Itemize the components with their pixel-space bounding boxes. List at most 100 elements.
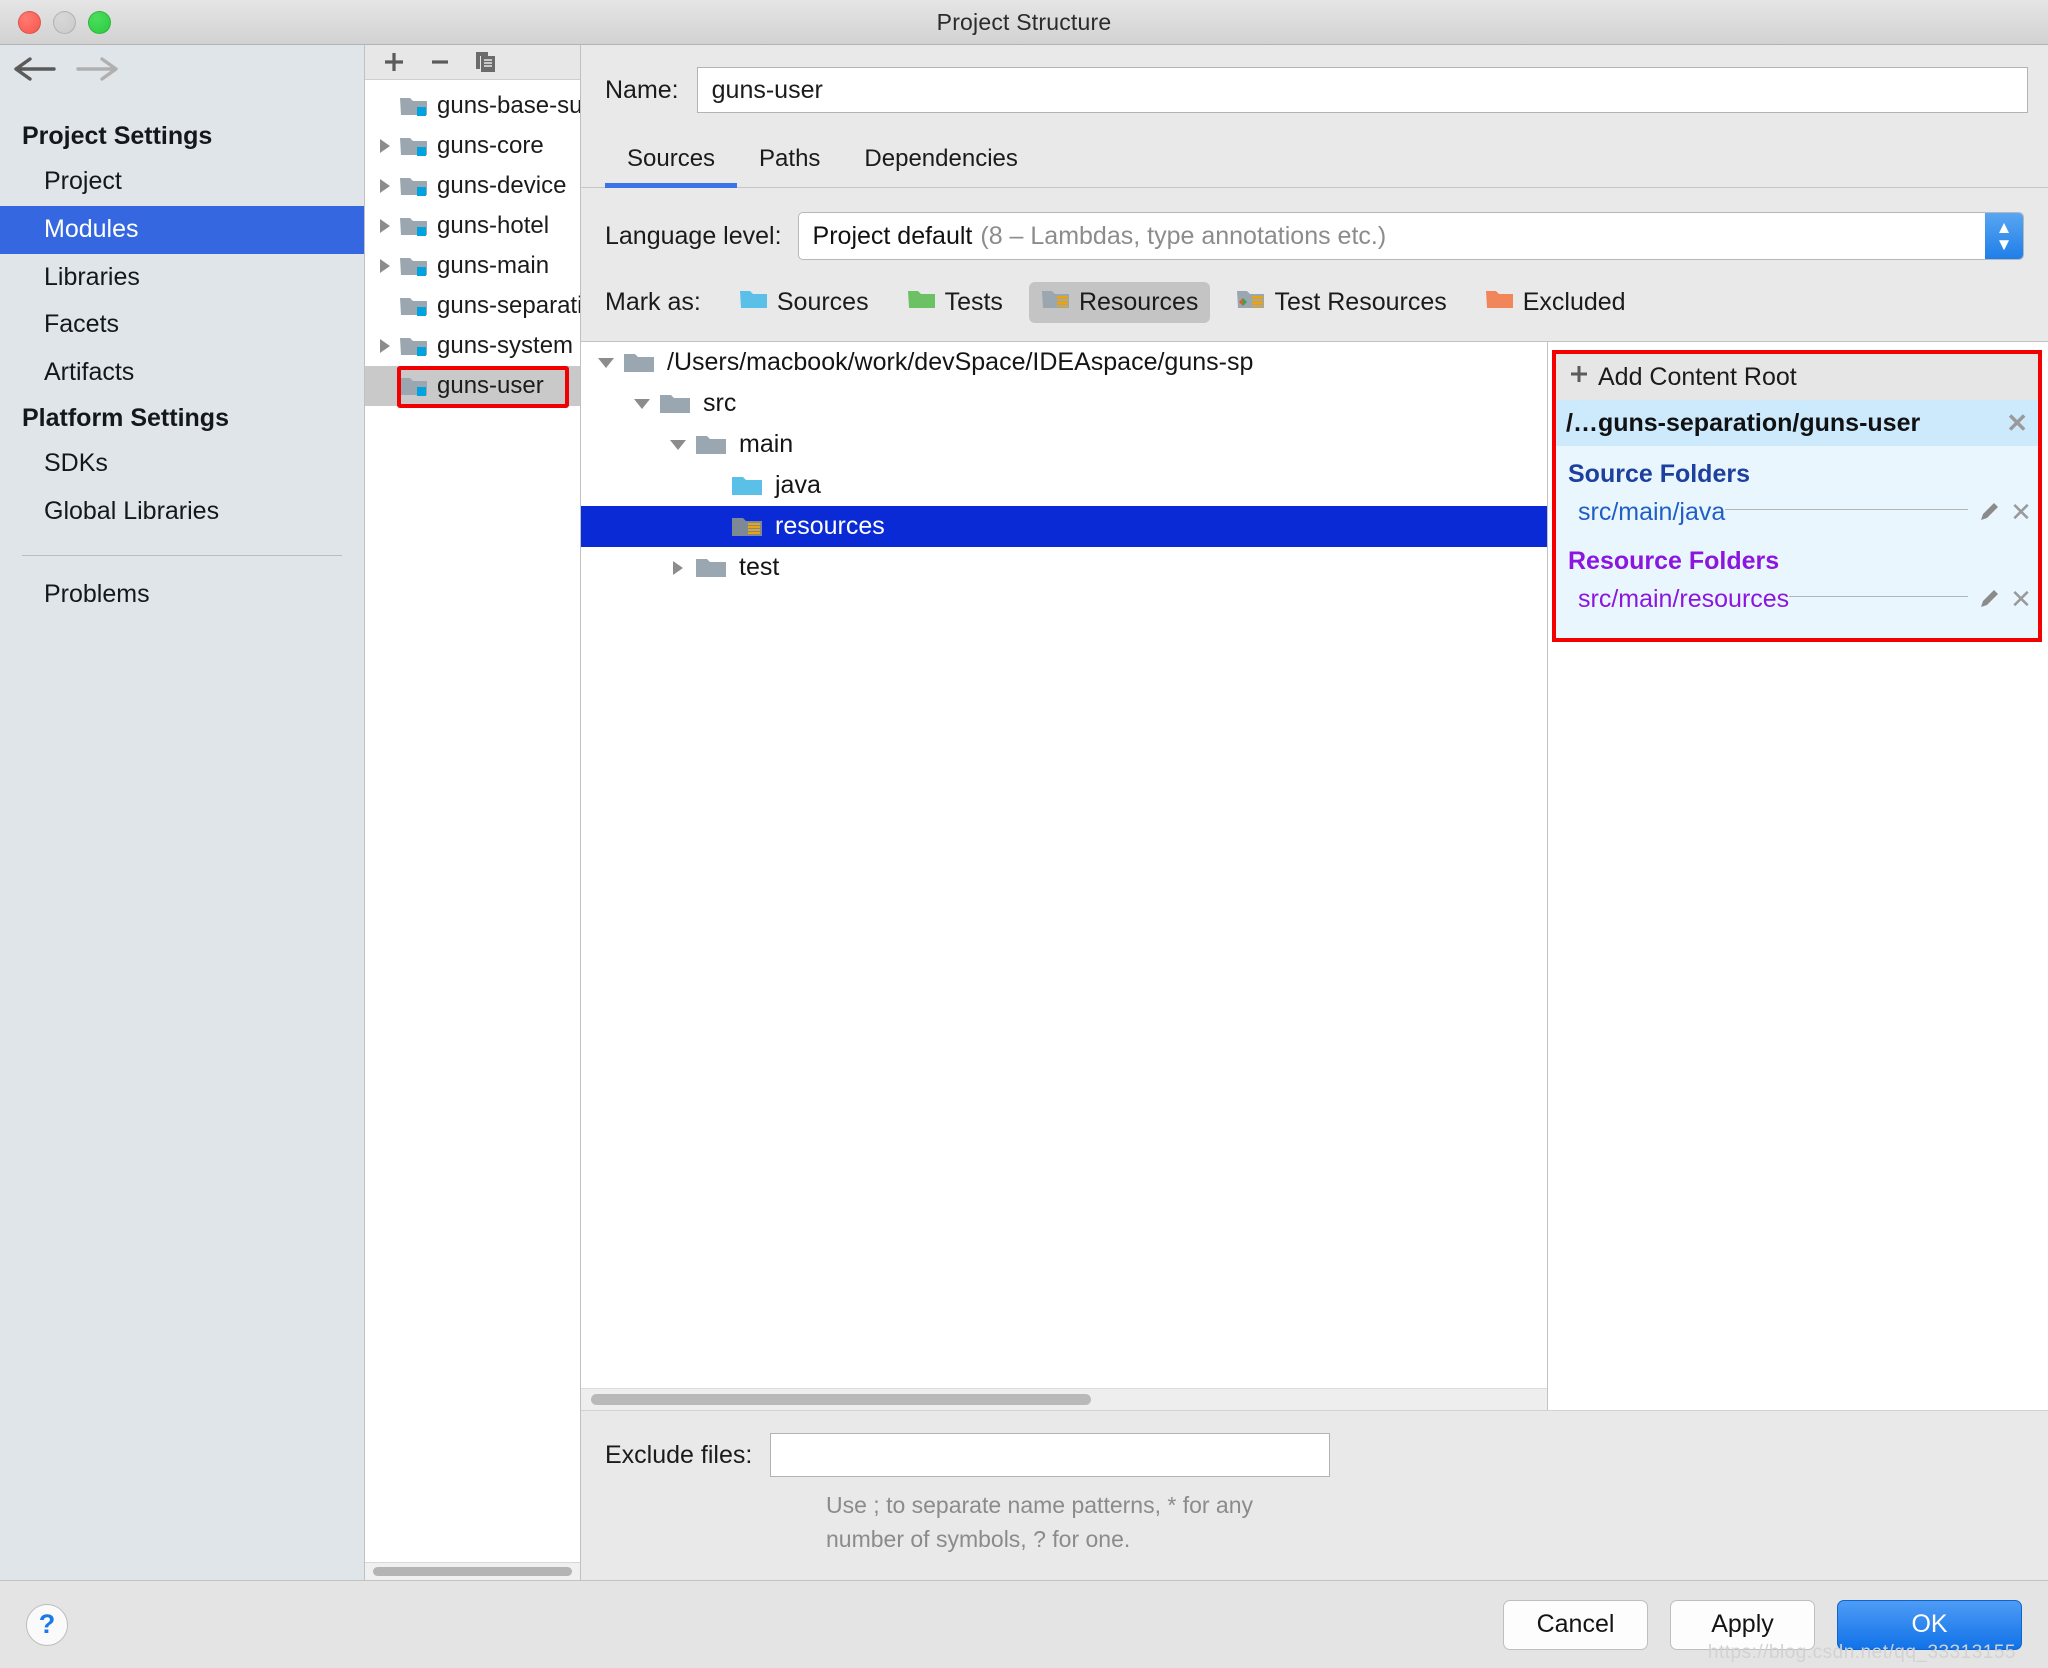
mark-as-label: Mark as:	[605, 288, 701, 316]
close-x-icon[interactable]: ✕	[2004, 584, 2038, 615]
module-row[interactable]: guns-separation	[365, 286, 580, 326]
sidebar-item-project[interactable]: Project	[0, 158, 364, 206]
sidebar-item-modules[interactable]: Modules	[0, 205, 364, 254]
tree-row-src[interactable]: src	[581, 383, 1547, 424]
mark-as-tests-button[interactable]: Tests	[895, 282, 1015, 323]
mark-as-test-resources-label: Test Resources	[1274, 288, 1447, 316]
sidebar-item-artifacts[interactable]: Artifacts	[0, 349, 364, 397]
folder-tests-icon	[907, 287, 937, 318]
sidebar-item-global-libraries[interactable]: Global Libraries	[0, 488, 364, 536]
navigation-arrows	[0, 45, 364, 93]
collapse-triangle-icon[interactable]	[661, 437, 695, 453]
modules-list[interactable]: guns-base-support guns-core	[365, 80, 580, 1562]
remove-content-root-icon[interactable]: ✕	[2006, 410, 2028, 436]
exclude-files-input[interactable]	[770, 1433, 1331, 1478]
mark-as-row: Mark as: Sources Tests Resources Test Re…	[581, 260, 2048, 341]
remove-module-button[interactable]	[427, 49, 453, 75]
detail-tabs: Sources Paths Dependencies	[581, 113, 2048, 188]
tab-sources[interactable]: Sources	[605, 139, 738, 188]
help-button[interactable]: ?	[26, 1603, 68, 1646]
expand-triangle-icon[interactable]	[661, 559, 695, 577]
collapse-triangle-icon[interactable]	[625, 396, 659, 412]
module-row[interactable]: guns-hotel	[365, 206, 580, 246]
module-label: guns-system	[437, 332, 574, 359]
collapse-triangle-icon[interactable]	[589, 355, 623, 371]
module-row-selected[interactable]: guns-user	[365, 366, 580, 406]
expand-triangle-icon[interactable]	[371, 217, 399, 235]
tree-horizontal-scrollbar[interactable]	[581, 1388, 1547, 1411]
expand-triangle-icon[interactable]	[371, 257, 399, 275]
tab-paths[interactable]: Paths	[737, 139, 842, 188]
pencil-icon[interactable]	[1974, 587, 2004, 611]
tree-row-label: test	[739, 553, 780, 581]
module-row[interactable]: guns-base-support	[365, 86, 580, 126]
language-level-value: Project default	[812, 221, 973, 250]
close-x-icon[interactable]: ✕	[2004, 497, 2038, 528]
folder-sources-icon	[739, 287, 769, 318]
exclude-files-area: Exclude files: Use ; to separate name pa…	[581, 1410, 2048, 1580]
language-level-row: Language level: Project default (8 – Lam…	[581, 188, 2048, 260]
module-label: guns-core	[437, 132, 544, 159]
tree-row-resources-selected[interactable]: resources	[581, 506, 1547, 547]
expand-triangle-icon[interactable]	[371, 137, 399, 155]
window-body: Project Settings Project Modules Librari…	[0, 45, 2048, 1580]
resource-folder-path: src/main/resources	[1578, 584, 1790, 613]
tree-row-java[interactable]: java	[581, 465, 1547, 506]
scrollbar-thumb[interactable]	[373, 1567, 572, 1576]
expand-triangle-icon[interactable]	[371, 177, 399, 195]
resource-folders-heading: Resource Folders	[1568, 547, 1780, 575]
language-level-label: Language level:	[605, 221, 782, 250]
module-row[interactable]: guns-main	[365, 246, 580, 286]
add-content-root-button[interactable]: Add Content Root	[1556, 354, 2038, 400]
module-name-row: Name: guns-user	[581, 45, 2048, 113]
expand-triangle-icon[interactable]	[371, 337, 399, 355]
scrollbar-thumb[interactable]	[591, 1394, 1091, 1406]
sidebar-item-problems[interactable]: Problems	[0, 556, 364, 619]
mark-as-excluded-button[interactable]: Excluded	[1473, 282, 1638, 323]
modules-horizontal-scrollbar[interactable]	[365, 1562, 580, 1580]
module-row[interactable]: guns-core	[365, 126, 580, 166]
content-root-spacer	[1556, 620, 2038, 638]
exclude-files-row: Exclude files:	[581, 1433, 2048, 1478]
content-root-path-row[interactable]: /…guns-separation/guns-user ✕	[1556, 400, 2038, 446]
sidebar-item-libraries[interactable]: Libraries	[0, 254, 364, 302]
module-folder-icon	[399, 174, 431, 198]
tree-row-content-root[interactable]: /Users/macbook/work/devSpace/IDEAspace/g…	[581, 342, 1547, 383]
source-folder-row[interactable]: src/main/java ✕	[1556, 491, 2038, 533]
forward-arrow-icon[interactable]	[76, 52, 118, 86]
modules-toolbar	[365, 45, 580, 80]
folder-row-underline	[1789, 595, 1968, 597]
language-level-detail: (8 – Lambdas, type annotations etc.)	[980, 221, 1387, 250]
tree-row-main[interactable]: main	[581, 424, 1547, 465]
sidebar-item-facets[interactable]: Facets	[0, 301, 364, 349]
mark-as-test-resources-button[interactable]: Test Resources	[1224, 282, 1458, 323]
sources-tree[interactable]: /Users/macbook/work/devSpace/IDEAspace/g…	[581, 342, 1547, 1388]
mark-as-sources-button[interactable]: Sources	[727, 282, 881, 323]
module-row[interactable]: guns-device	[365, 166, 580, 206]
cancel-button[interactable]: Cancel	[1503, 1599, 1648, 1650]
dialog-footer: ? Cancel Apply OK https://blog.csdn.net/…	[0, 1580, 2048, 1668]
folder-plain-icon	[659, 391, 693, 417]
tab-dependencies[interactable]: Dependencies	[842, 139, 1039, 188]
folder-sources-icon	[731, 473, 765, 499]
stepper-up-down-icon[interactable]: ▲ ▼	[1985, 213, 2023, 259]
copy-module-button[interactable]	[473, 49, 499, 75]
source-folders-heading: Source Folders	[1568, 460, 1750, 488]
add-module-button[interactable]	[381, 49, 407, 75]
folder-plain-icon	[695, 432, 729, 458]
exclude-files-label: Exclude files:	[605, 1440, 753, 1469]
module-row[interactable]: guns-system	[365, 326, 580, 366]
tree-row-label: main	[739, 430, 794, 458]
folder-row-underline	[1725, 508, 1968, 510]
sidebar-item-sdks[interactable]: SDKs	[0, 440, 364, 488]
window-titlebar: Project Structure	[0, 0, 2048, 45]
tree-row-test[interactable]: test	[581, 547, 1547, 588]
module-folder-icon	[399, 94, 431, 118]
mark-as-resources-button[interactable]: Resources	[1028, 282, 1211, 323]
resource-folder-row[interactable]: src/main/resources ✕	[1556, 578, 2038, 620]
language-level-select[interactable]: Project default (8 – Lambdas, type annot…	[797, 212, 2024, 260]
module-name-input[interactable]: guns-user	[696, 67, 2028, 113]
back-arrow-icon[interactable]	[14, 52, 56, 86]
module-label: guns-separation	[437, 292, 580, 319]
pencil-icon[interactable]	[1974, 500, 2004, 524]
